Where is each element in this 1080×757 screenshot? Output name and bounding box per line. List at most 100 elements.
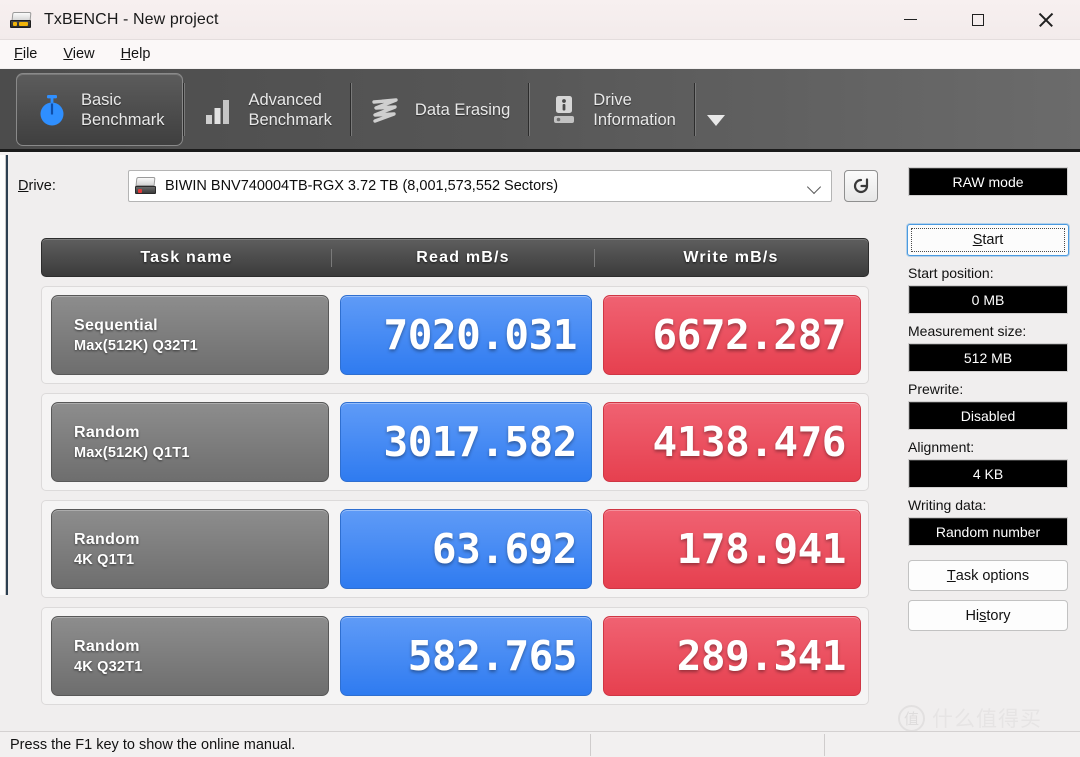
task-subtitle: Max(512K) Q32T1 (74, 337, 198, 354)
status-message: Press the F1 key to show the online manu… (10, 736, 296, 753)
title-bar: TxBENCH - New project (0, 0, 1080, 40)
task-options-button[interactable]: Task options (908, 560, 1068, 591)
history-label: tory (986, 607, 1011, 624)
menu-file-label: ile (22, 46, 38, 62)
task-options-mnemonic: T (946, 567, 956, 584)
refresh-icon (853, 178, 869, 194)
tab-advanced-benchmark[interactable]: Advanced Benchmark (184, 73, 349, 146)
drive-label-mnemonic: D (18, 178, 29, 194)
alignment-label: Alignment: (908, 439, 975, 455)
tab-strip: Basic Benchmark Advanced Benchmark Data … (0, 69, 1080, 152)
menu-view[interactable]: View (61, 44, 106, 64)
raw-mode-field[interactable]: RAW mode (908, 167, 1068, 196)
tab-drive-information-label: Drive Information (593, 90, 676, 129)
hard-drive-icon (135, 177, 157, 195)
history-button[interactable]: Hi s tory (908, 600, 1068, 631)
chevron-down-icon (706, 115, 725, 126)
alignment-field[interactable]: 4 KB (908, 459, 1068, 488)
history-label-prefix: Hi (965, 607, 980, 624)
erase-wave-icon (369, 93, 403, 127)
bar-chart-icon (202, 93, 236, 127)
window-controls (876, 0, 1080, 40)
read-value-cell: 63.692 (340, 509, 592, 589)
task-title: Sequential (74, 316, 158, 334)
start-position-field[interactable]: 0 MB (908, 285, 1068, 314)
tab-overflow-button[interactable] (695, 73, 737, 146)
minimize-button[interactable] (876, 0, 944, 40)
table-header-row: Task name Read mB/s Write mB/s (41, 238, 869, 277)
menu-help-mnemonic: H (120, 46, 132, 62)
task-subtitle: 4K Q1T1 (74, 551, 135, 568)
task-name-cell[interactable]: Random 4K Q32T1 (51, 616, 329, 696)
window-title: TxBENCH - New project (44, 10, 219, 28)
close-icon (1038, 12, 1054, 28)
drive-label: Drive: (18, 178, 128, 194)
drive-label-rest: rive: (28, 178, 56, 194)
column-header-read: Read mB/s (331, 248, 594, 267)
table-row: Random Max(512K) Q1T1 3017.582 4138.476 (41, 393, 869, 491)
tab-basic-benchmark[interactable]: Basic Benchmark (16, 73, 184, 146)
tab-advanced-benchmark-label: Advanced Benchmark (248, 90, 332, 129)
minimize-icon (903, 18, 917, 21)
menu-file-mnemonic: F (14, 46, 23, 62)
menu-bar: File View Help (0, 40, 1080, 68)
column-header-write: Write mB/s (594, 248, 867, 267)
tab-basic-benchmark-label: Basic Benchmark (81, 90, 165, 129)
task-subtitle: 4K Q32T1 (74, 658, 143, 675)
menu-help[interactable]: Help (119, 44, 163, 64)
drive-select[interactable]: BIWIN BNV740004TB-RGX 3.72 TB (8,001,573… (128, 170, 832, 202)
background-window-border (6, 155, 8, 595)
close-button[interactable] (1012, 0, 1080, 40)
menu-view-label: iew (72, 46, 95, 62)
write-value-cell: 178.941 (603, 509, 861, 589)
menu-help-label: elp (131, 46, 151, 62)
tab-drive-information[interactable]: Drive Information (529, 73, 694, 146)
refresh-button[interactable] (844, 170, 878, 202)
start-button[interactable]: Start (907, 224, 1069, 256)
start-position-label: Start position: (908, 265, 994, 281)
write-value-cell: 6672.287 (603, 295, 861, 375)
menu-file[interactable]: File (12, 44, 49, 64)
start-label: tart (982, 232, 1004, 248)
prewrite-field[interactable]: Disabled (908, 401, 1068, 430)
maximize-icon (972, 13, 984, 26)
status-bar: Press the F1 key to show the online manu… (0, 731, 1080, 757)
benchmark-table: Task name Read mB/s Write mB/s Sequentia… (41, 238, 869, 705)
app-drive-icon (10, 9, 34, 31)
start-mnemonic: S (972, 232, 983, 248)
table-row: Random 4K Q32T1 582.765 289.341 (41, 607, 869, 705)
write-value-cell: 289.341 (603, 616, 861, 696)
table-row: Sequential Max(512K) Q32T1 7020.031 6672… (41, 286, 869, 384)
task-name-cell[interactable]: Random Max(512K) Q1T1 (51, 402, 329, 482)
history-mnemonic: s (979, 607, 987, 624)
writing-data-field[interactable]: Random number (908, 517, 1068, 546)
task-name-cell[interactable]: Random 4K Q1T1 (51, 509, 329, 589)
txbench-window: TxBENCH - New project File View Help Bas… (0, 0, 1080, 757)
writing-data-label: Writing data: (908, 497, 987, 513)
write-value-cell: 4138.476 (603, 402, 861, 482)
task-subtitle: Max(512K) Q1T1 (74, 444, 190, 461)
maximize-button[interactable] (944, 0, 1012, 40)
read-value-cell: 3017.582 (340, 402, 592, 482)
chevron-down-icon (806, 179, 822, 195)
stopwatch-icon (35, 93, 69, 127)
prewrite-label: Prewrite: (908, 381, 964, 397)
task-title: Random (74, 423, 140, 441)
drive-selector-row: Drive: BIWIN BNV740004TB-RGX 3.72 TB (8,… (18, 169, 878, 203)
tab-data-erasing[interactable]: Data Erasing (351, 73, 528, 146)
drive-info-icon (547, 93, 581, 127)
tab-data-erasing-label: Data Erasing (414, 100, 511, 119)
table-row: Random 4K Q1T1 63.692 178.941 (41, 500, 869, 598)
content-area: Drive: BIWIN BNV740004TB-RGX 3.72 TB (8,… (0, 155, 1080, 731)
read-value-cell: 7020.031 (340, 295, 592, 375)
status-divider (824, 734, 825, 756)
column-header-task-name: Task name (140, 248, 233, 266)
task-title: Random (74, 530, 140, 548)
drive-select-value: BIWIN BNV740004TB-RGX 3.72 TB (8,001,573… (165, 178, 559, 194)
menu-view-mnemonic: V (63, 46, 73, 62)
measurement-size-field[interactable]: 512 MB (908, 343, 1068, 372)
options-panel: RAW mode Start Start position: 0 MB Meas… (896, 155, 1080, 731)
task-options-label: ask options (955, 567, 1030, 584)
status-divider (590, 734, 591, 756)
task-name-cell[interactable]: Sequential Max(512K) Q32T1 (51, 295, 329, 375)
